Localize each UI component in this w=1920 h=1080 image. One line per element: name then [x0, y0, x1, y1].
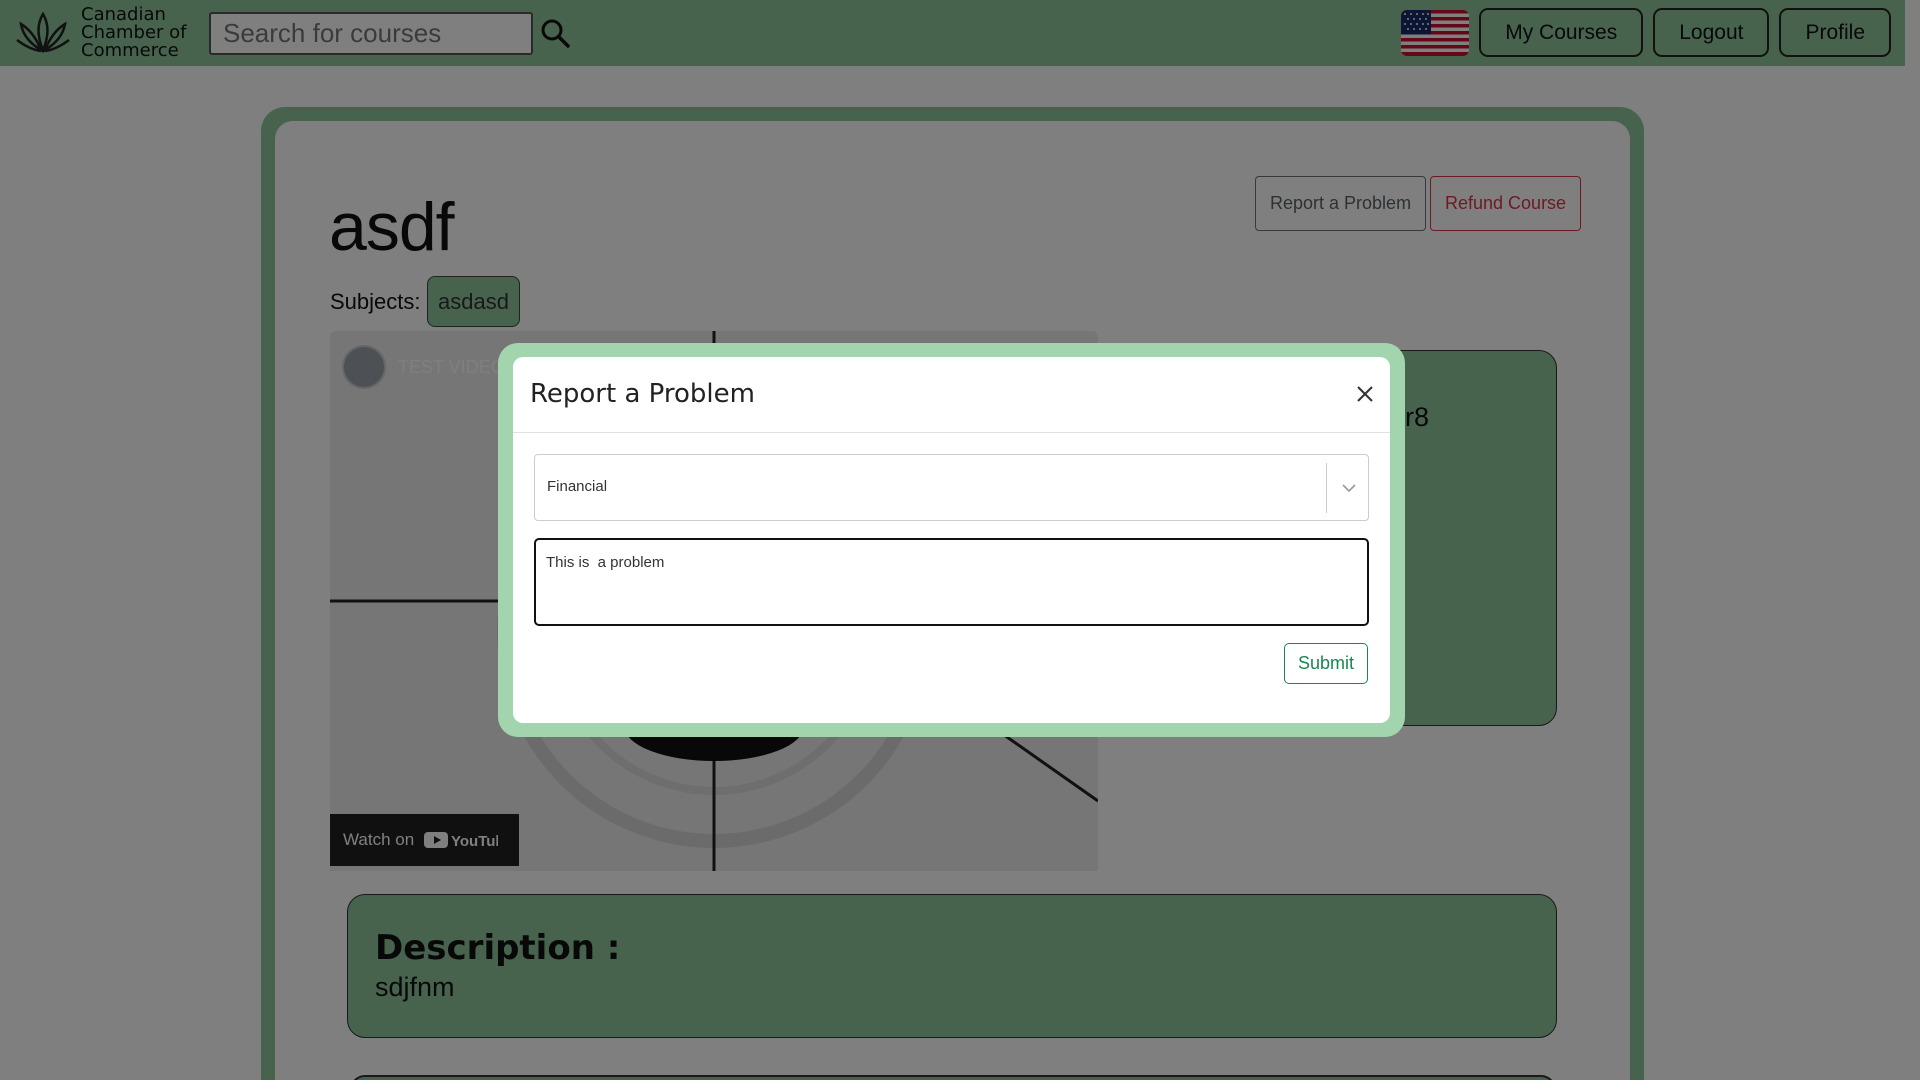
modal-title: Report a Problem [530, 379, 755, 409]
problem-description-textarea[interactable]: This is a problem [534, 538, 1369, 626]
select-separator [1326, 463, 1327, 513]
selected-category: Financial [547, 478, 608, 495]
chevron-down-icon[interactable] [1340, 479, 1358, 497]
close-button[interactable] [1352, 381, 1378, 407]
problem-description-value: This is a problem [546, 554, 665, 571]
modal-header: Report a Problem [513, 357, 1390, 433]
close-icon [1357, 386, 1373, 402]
report-problem-modal: Report a Problem Financial This is a pro… [513, 357, 1390, 723]
problem-category-select[interactable]: Financial [534, 454, 1369, 521]
submit-button[interactable]: Submit [1284, 643, 1368, 684]
